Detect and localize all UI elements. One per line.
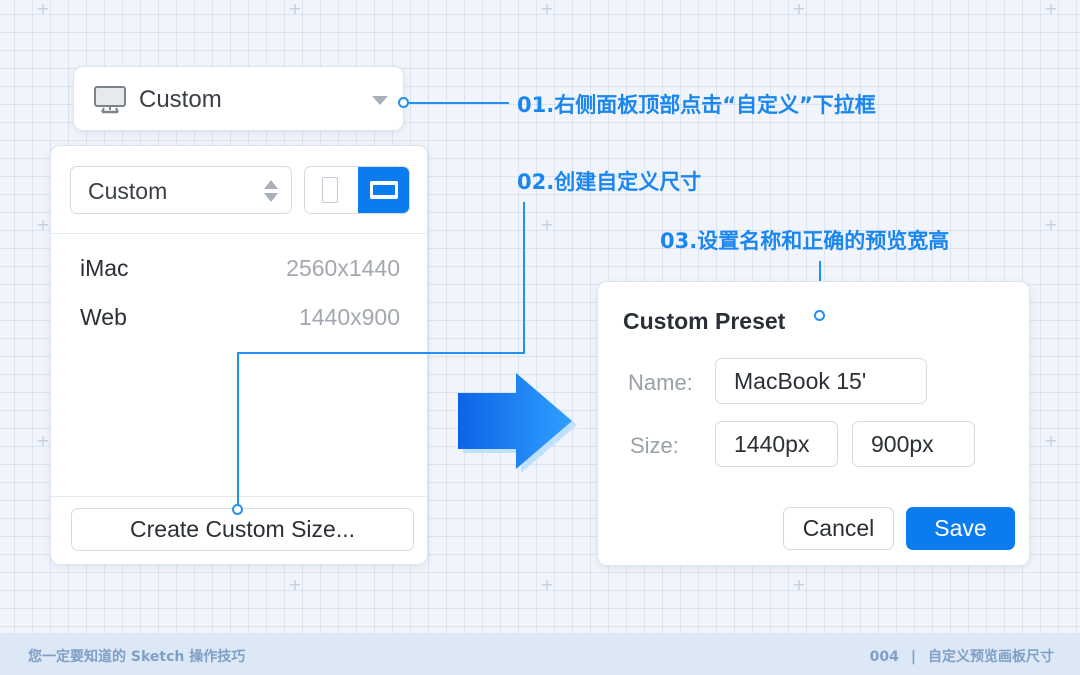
- footer-bar: 您一定要知道的 Sketch 操作技巧 004 | 自定义预览画板尺寸: [0, 633, 1080, 675]
- annotation-anchor-dot: [398, 97, 409, 108]
- monitor-icon: [94, 86, 126, 114]
- annotation-step-2: 02.创建自定义尺寸: [517, 170, 702, 194]
- preset-select[interactable]: Custom: [70, 166, 292, 214]
- portrait-icon: [322, 177, 338, 203]
- size-label: Size:: [630, 433, 679, 458]
- save-button[interactable]: Save: [906, 507, 1015, 550]
- annotation-anchor-dot: [814, 310, 825, 321]
- grid-plus-marker: +: [540, 215, 554, 234]
- list-item[interactable]: iMac 2560x1440: [80, 255, 400, 285]
- cancel-button[interactable]: Cancel: [783, 507, 894, 550]
- artboard-presets-panel: Custom iMac 2560x1440 Web 1440x900 Creat…: [50, 145, 428, 565]
- footer-chapter-title: 自定义预览画板尺寸: [928, 649, 1054, 665]
- orientation-toggle: [304, 166, 410, 214]
- grid-plus-marker: +: [1044, 0, 1058, 18]
- height-field[interactable]: 900px: [852, 421, 975, 467]
- annotation-line: [523, 202, 525, 354]
- grid-plus-marker: +: [288, 575, 302, 594]
- arrow-right-icon: [458, 373, 577, 473]
- preset-select-value: Custom: [88, 178, 168, 204]
- chevron-down-icon: [372, 96, 388, 105]
- list-item[interactable]: Web 1440x900: [80, 304, 400, 334]
- annotation-step-3: 03.设置名称和正确的预览宽高: [660, 229, 950, 253]
- grid-plus-marker: +: [36, 0, 50, 18]
- grid-plus-marker: +: [540, 575, 554, 594]
- preset-dropdown-label: Custom: [139, 86, 222, 113]
- landscape-icon: [370, 181, 398, 199]
- grid-plus-marker: +: [36, 215, 50, 234]
- name-label: Name:: [628, 370, 693, 395]
- grid-plus-marker: +: [540, 0, 554, 18]
- preset-dropdown[interactable]: Custom: [73, 66, 404, 131]
- portrait-button[interactable]: [305, 167, 357, 213]
- dialog-title: Custom Preset: [623, 308, 786, 334]
- footer-chapter: 004 | 自定义预览画板尺寸: [870, 646, 1054, 666]
- annotation-line: [238, 352, 525, 354]
- up-down-arrows-icon: [264, 180, 278, 202]
- divider: [51, 233, 427, 234]
- device-name: iMac: [80, 255, 129, 281]
- custom-preset-dialog: Custom Preset Name: MacBook 15' Size: 14…: [597, 281, 1030, 566]
- landscape-button[interactable]: [358, 167, 409, 213]
- create-custom-size-button[interactable]: Create Custom Size...: [71, 508, 414, 551]
- device-name: Web: [80, 304, 127, 330]
- annotation-line: [237, 352, 239, 505]
- annotation-step-1: 01.右侧面板顶部点击“自定义”下拉框: [517, 93, 876, 117]
- grid-plus-marker: +: [1044, 431, 1058, 450]
- annotation-line: [409, 102, 509, 104]
- footer-separator: |: [910, 649, 916, 665]
- annotation-anchor-dot: [232, 504, 243, 515]
- grid-plus-marker: +: [36, 431, 50, 450]
- grid-plus-marker: +: [792, 0, 806, 18]
- device-size: 2560x1440: [286, 255, 400, 281]
- footer-number: 004: [869, 649, 899, 665]
- name-field[interactable]: MacBook 15': [715, 358, 927, 404]
- width-field[interactable]: 1440px: [715, 421, 838, 467]
- footer-series-title: 您一定要知道的 Sketch 操作技巧: [28, 649, 246, 665]
- grid-plus-marker: +: [1044, 215, 1058, 234]
- grid-plus-marker: +: [792, 575, 806, 594]
- grid-plus-marker: +: [288, 0, 302, 18]
- divider: [51, 496, 427, 497]
- device-size: 1440x900: [298, 304, 400, 330]
